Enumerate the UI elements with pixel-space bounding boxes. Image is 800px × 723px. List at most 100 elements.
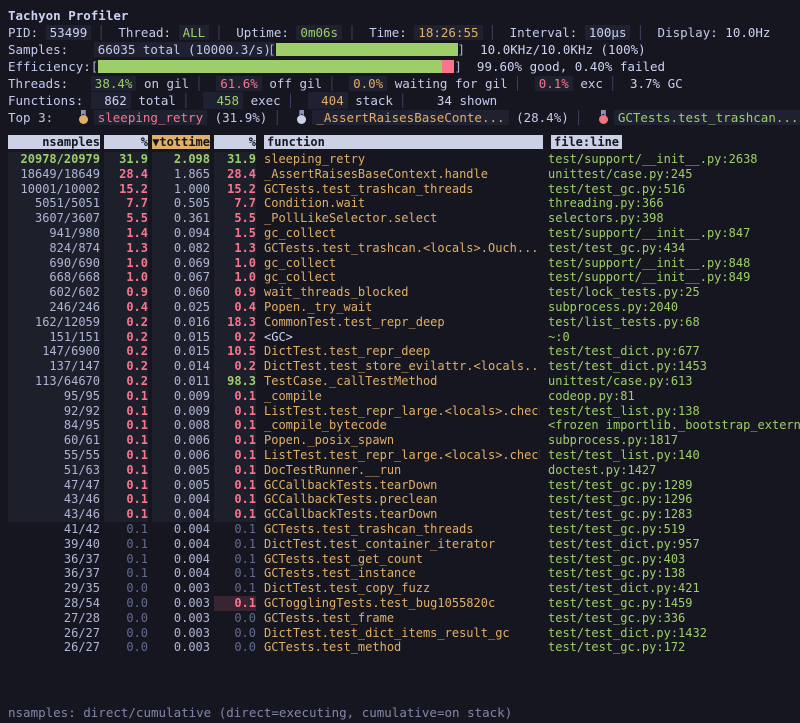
cell-function: GCTests.test_trashcan_threads xyxy=(264,522,540,537)
cell-tottime: 0.004 xyxy=(152,537,210,552)
uptime-value: 0m06s xyxy=(296,25,342,40)
table-row[interactable]: 137/1470.20.0140.2DictTest.test_store_ev… xyxy=(0,359,800,374)
table-row[interactable]: 39/400.10.0040.1DictTest.test_container_… xyxy=(0,537,800,552)
cell-tottime: 0.004 xyxy=(152,492,210,507)
table-row[interactable]: 27/280.00.0030.0GCTests.test_frametest/t… xyxy=(0,611,800,626)
cell-nsamples: 824/874 xyxy=(8,241,100,256)
cell-percent-direct: 0.2 xyxy=(104,374,148,389)
table-row[interactable]: 26/270.00.0030.0DictTest.test_dict_items… xyxy=(0,626,800,641)
divider: │ xyxy=(182,93,190,108)
table-row[interactable]: 113/646700.20.01198.3TestCase._callTestM… xyxy=(0,374,800,389)
table-row[interactable]: 28/540.00.0030.1GCTogglingTests.test_bug… xyxy=(0,596,800,611)
cell-function: DictTest.test_repr_deep xyxy=(264,344,540,359)
gil-off-stat: 61.6% off gil xyxy=(216,76,322,91)
table-row[interactable]: 5051/50517.70.5057.7Condition.waitthread… xyxy=(0,196,800,211)
column-header-tottime-sorted[interactable]: ▼tottime xyxy=(152,135,210,149)
top3-label: Top 3: xyxy=(8,110,53,125)
column-header-nsamples[interactable]: nsamples xyxy=(8,135,100,149)
profile-table: nsamples % ▼tottime % function file:line… xyxy=(0,133,800,655)
table-row[interactable]: 668/6681.00.0671.0gc_collecttest/support… xyxy=(0,270,800,285)
cell-function: DocTestRunner.__run xyxy=(264,463,540,478)
cell-nsamples: 162/12059 xyxy=(8,315,100,330)
table-row[interactable]: 84/950.10.0080.1_compile_bytecode<frozen… xyxy=(0,418,800,433)
column-header-percent-cumulative[interactable]: % xyxy=(214,135,256,149)
cell-percent-direct: 0.1 xyxy=(104,433,148,448)
cell-function: GCCallbackTests.tearDown xyxy=(264,478,540,493)
table-row[interactable]: 36/370.10.0040.1GCTests.test_instancetes… xyxy=(0,566,800,581)
table-row[interactable]: 92/920.10.0090.1ListTest.test_repr_large… xyxy=(0,404,800,419)
table-row[interactable]: 690/6901.00.0691.0gc_collecttest/support… xyxy=(0,256,800,271)
table-row[interactable]: 47/470.10.0050.1GCCallbackTests.tearDown… xyxy=(0,478,800,493)
cell-tottime: 0.361 xyxy=(152,211,210,226)
cell-tottime: 0.505 xyxy=(152,196,210,211)
cell-percent-cumulative: 10.5 xyxy=(214,344,256,359)
cell-function: DictTest.test_container_iterator xyxy=(264,537,540,552)
divider: │ xyxy=(348,25,356,40)
cell-function: DictTest.test_copy_fuzz xyxy=(264,581,540,596)
cell-function: ListTest.test_repr_large.<locals>.check xyxy=(264,448,540,463)
table-row[interactable]: 43/460.10.0040.1GCCallbackTests.tearDown… xyxy=(0,507,800,522)
cell-percent-direct: 15.2 xyxy=(104,182,148,197)
samples-label: Samples: xyxy=(8,42,68,57)
table-row[interactable]: 941/9801.40.0941.5gc_collecttest/support… xyxy=(0,226,800,241)
table-row[interactable]: 20978/2097931.92.09831.9sleeping_retryte… xyxy=(0,152,800,167)
cell-percent-cumulative: 0.1 xyxy=(214,492,256,507)
cell-percent-cumulative: 1.0 xyxy=(214,256,256,271)
table-row[interactable]: 151/1510.20.0150.2<GC>~:0 xyxy=(0,330,800,345)
samples-line: Samples: 66035 total (10000.3/s) [] 10.0… xyxy=(0,41,800,58)
cell-nsamples: 26/27 xyxy=(8,626,100,641)
cell-file-line: test/test_dict.py:1432 xyxy=(548,626,800,641)
cell-tottime: 0.014 xyxy=(152,359,210,374)
cell-percent-direct: 0.1 xyxy=(104,389,148,404)
table-row[interactable]: 246/2460.40.0250.4Popen._try_waitsubproc… xyxy=(0,300,800,315)
silver-medal-icon xyxy=(296,110,307,124)
table-row[interactable]: 3607/36075.50.3615.5_PollLikeSelector.se… xyxy=(0,211,800,226)
pid-stat: PID: 53499 xyxy=(8,25,91,40)
cell-percent-direct: 0.0 xyxy=(104,626,148,641)
cell-nsamples: 27/28 xyxy=(8,611,100,626)
table-row[interactable]: 41/420.10.0040.1GCTests.test_trashcan_th… xyxy=(0,522,800,537)
cell-percent-direct: 1.3 xyxy=(104,241,148,256)
thread-value: ALL xyxy=(179,25,210,40)
column-header-percent-direct[interactable]: % xyxy=(104,135,148,149)
table-row[interactable]: 26/270.00.0030.0GCTests.test_methodtest/… xyxy=(0,640,800,655)
table-row[interactable]: 18649/1864928.41.86528.4_AssertRaisesBas… xyxy=(0,167,800,182)
cell-percent-direct: 0.2 xyxy=(104,359,148,374)
cell-file-line: doctest.py:1427 xyxy=(548,463,800,478)
column-header-function[interactable]: function xyxy=(264,135,543,149)
cell-file-line: test/test_list.py:140 xyxy=(548,448,800,463)
cell-tottime: 0.004 xyxy=(152,522,210,537)
cell-tottime: 0.004 xyxy=(152,566,210,581)
cell-percent-direct: 1.0 xyxy=(104,256,148,271)
cell-percent-direct: 0.1 xyxy=(104,537,148,552)
table-row[interactable]: 162/120590.20.01618.3CommonTest.test_rep… xyxy=(0,315,800,330)
table-row[interactable]: 55/550.10.0060.1ListTest.test_repr_large… xyxy=(0,448,800,463)
table-row[interactable]: 602/6020.90.0600.9wait_threads_blockedte… xyxy=(0,285,800,300)
table-row[interactable]: 43/460.10.0040.1GCCallbackTests.preclean… xyxy=(0,492,800,507)
cell-function: DictTest.test_dict_items_result_gc xyxy=(264,626,540,641)
table-row[interactable]: 51/630.10.0050.1DocTestRunner.__rundocte… xyxy=(0,463,800,478)
divider: │ xyxy=(636,25,644,40)
divider: │ xyxy=(287,93,295,108)
cell-function: Popen._posix_spawn xyxy=(264,433,540,448)
functions-line: Functions: 862 total│ 458 exec│ 404 stac… xyxy=(0,92,800,109)
cell-percent-cumulative: 0.1 xyxy=(214,418,256,433)
table-row[interactable]: 95/950.10.0090.1_compilecodeop.py:81 xyxy=(0,389,800,404)
table-row[interactable]: 10001/1000215.21.00015.2GCTests.test_tra… xyxy=(0,182,800,197)
table-row[interactable]: 36/370.10.0040.1GCTests.test_get_countte… xyxy=(0,552,800,567)
display-stat: Display: 10.0Hz xyxy=(658,25,771,40)
table-row[interactable]: 60/610.10.0060.1Popen._posix_spawnsubpro… xyxy=(0,433,800,448)
cell-nsamples: 47/47 xyxy=(8,478,100,493)
table-row[interactable]: 824/8741.30.0821.3GCTests.test_trashcan.… xyxy=(0,241,800,256)
thread-stat[interactable]: Thread: ALL xyxy=(118,25,209,40)
table-row[interactable]: 29/350.00.0030.1DictTest.test_copy_fuzzt… xyxy=(0,581,800,596)
cell-file-line: test/test_gc.py:1296 xyxy=(548,492,800,507)
cell-tottime: 0.025 xyxy=(152,300,210,315)
cell-percent-cumulative: 0.1 xyxy=(214,537,256,552)
table-row[interactable]: 147/69000.20.01510.5DictTest.test_repr_d… xyxy=(0,344,800,359)
gil-wait-stat: 0.0% waiting for gil xyxy=(349,76,508,91)
cell-function: GCTests.test_trashcan.<locals>.Ouch.... xyxy=(264,241,540,256)
footer-help: nsamples: direct/cumulative (direct=exec… xyxy=(8,670,512,723)
column-header-file-line[interactable]: file:line xyxy=(551,135,800,149)
cell-file-line: test/test_gc.py:403 xyxy=(548,552,800,567)
